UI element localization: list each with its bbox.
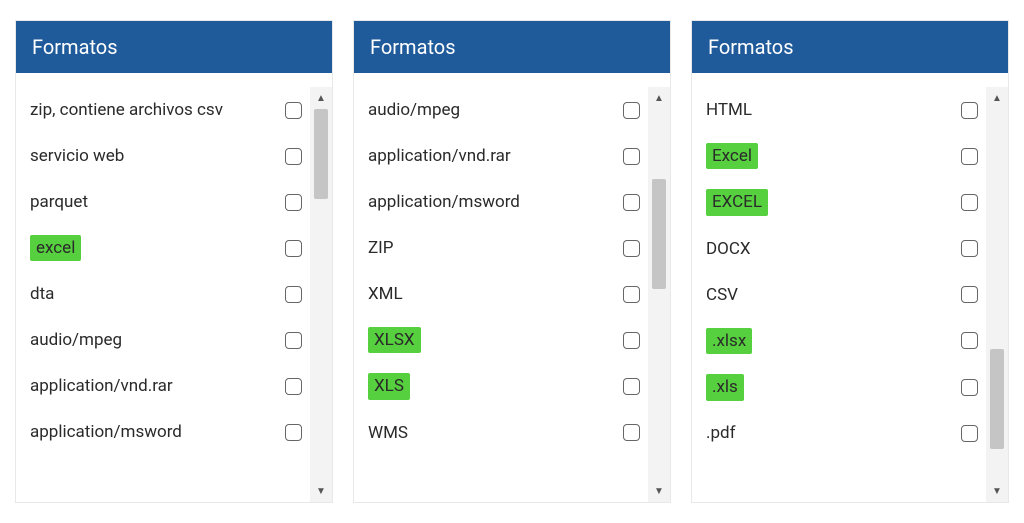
format-row: ZIP (368, 225, 640, 271)
format-row: .pdf (706, 411, 978, 457)
format-row: application/vnd.rar (30, 363, 302, 409)
format-checkbox[interactable] (961, 425, 978, 442)
format-label: DOCX (706, 239, 751, 259)
format-label-highlighted: .xls (706, 374, 744, 400)
scroll-thumb[interactable] (314, 109, 328, 199)
format-checkbox[interactable] (623, 240, 640, 257)
format-label-highlighted: XLSX (368, 327, 421, 353)
format-label: XML (368, 284, 403, 304)
formats-panel-3: Formatos HTML Excel EXCEL DOCX CSV .xlsx… (691, 20, 1009, 503)
formats-panel-2: Formatos audio/mpeg application/vnd.rar … (353, 20, 671, 503)
format-label-highlighted: Excel (706, 143, 758, 169)
format-label: application/vnd.rar (368, 146, 511, 166)
format-label: ZIP (368, 238, 394, 258)
scrollbar[interactable]: ▲ ▼ (648, 87, 670, 502)
format-label-highlighted: EXCEL (706, 189, 768, 215)
scroll-thumb[interactable] (990, 349, 1004, 449)
format-row: XML (368, 271, 640, 317)
format-label: parquet (30, 192, 88, 212)
format-checkbox[interactable] (623, 286, 640, 303)
format-row: XLSX (368, 317, 640, 363)
format-row: application/msword (30, 409, 302, 455)
format-row: WMS (368, 410, 640, 456)
format-label: servicio web (30, 146, 124, 166)
format-checkbox[interactable] (285, 194, 302, 211)
format-label-highlighted: .xlsx (706, 328, 752, 354)
format-checkbox[interactable] (285, 332, 302, 349)
format-checkbox[interactable] (961, 379, 978, 396)
format-checkbox[interactable] (961, 240, 978, 257)
format-label: audio/mpeg (30, 330, 122, 350)
format-label: audio/mpeg (368, 100, 460, 120)
format-row: application/vnd.rar (368, 133, 640, 179)
format-label: application/msword (368, 192, 520, 212)
format-list: audio/mpeg application/vnd.rar applicati… (354, 87, 648, 502)
scroll-up-icon[interactable]: ▲ (986, 87, 1008, 109)
scroll-down-icon[interactable]: ▼ (986, 480, 1008, 502)
panel-body: audio/mpeg application/vnd.rar applicati… (354, 73, 670, 502)
scroll-track[interactable] (986, 109, 1008, 480)
format-label: zip, contiene archivos csv (30, 100, 223, 120)
scroll-track[interactable] (310, 109, 332, 480)
panel-body: HTML Excel EXCEL DOCX CSV .xlsx .xls .pd… (692, 73, 1008, 502)
format-checkbox[interactable] (961, 194, 978, 211)
format-checkbox[interactable] (623, 378, 640, 395)
format-row: EXCEL (706, 179, 978, 225)
format-row: servicio web (30, 133, 302, 179)
format-checkbox[interactable] (961, 148, 978, 165)
scrollbar[interactable]: ▲ ▼ (986, 87, 1008, 502)
scroll-up-icon[interactable]: ▲ (310, 87, 332, 109)
format-list: HTML Excel EXCEL DOCX CSV .xlsx .xls .pd… (692, 87, 986, 502)
format-label: dta (30, 284, 54, 304)
format-row: .xlsx (706, 318, 978, 364)
format-checkbox[interactable] (623, 194, 640, 211)
format-checkbox[interactable] (285, 424, 302, 441)
format-checkbox[interactable] (623, 148, 640, 165)
format-checkbox[interactable] (623, 102, 640, 119)
format-checkbox[interactable] (285, 240, 302, 257)
format-row: audio/mpeg (368, 87, 640, 133)
format-row: Excel (706, 133, 978, 179)
format-row: CSV (706, 272, 978, 318)
panel-body: zip, contiene archivos csv servicio web … (16, 73, 332, 502)
format-row: HTML (706, 87, 978, 133)
format-checkbox[interactable] (961, 102, 978, 119)
format-row: zip, contiene archivos csv (30, 87, 302, 133)
scroll-track[interactable] (648, 109, 670, 480)
scroll-down-icon[interactable]: ▼ (648, 480, 670, 502)
panel-header: Formatos (692, 21, 1008, 73)
format-row: XLS (368, 363, 640, 409)
format-checkbox[interactable] (961, 286, 978, 303)
format-checkbox[interactable] (285, 148, 302, 165)
format-label: application/msword (30, 422, 182, 442)
format-label-highlighted: XLS (368, 373, 410, 399)
scroll-thumb[interactable] (652, 179, 666, 289)
format-checkbox[interactable] (623, 332, 640, 349)
format-label: CSV (706, 285, 738, 305)
format-label: HTML (706, 100, 752, 120)
format-list: zip, contiene archivos csv servicio web … (16, 87, 310, 502)
format-row: dta (30, 271, 302, 317)
format-row: parquet (30, 179, 302, 225)
formats-panel-1: Formatos zip, contiene archivos csv serv… (15, 20, 333, 503)
format-row: application/msword (368, 179, 640, 225)
format-label-highlighted: excel (30, 235, 81, 261)
scroll-up-icon[interactable]: ▲ (648, 87, 670, 109)
format-checkbox[interactable] (961, 332, 978, 349)
format-row: audio/mpeg (30, 317, 302, 363)
panel-header: Formatos (354, 21, 670, 73)
format-checkbox[interactable] (623, 424, 640, 441)
format-checkbox[interactable] (285, 378, 302, 395)
format-label: WMS (368, 423, 408, 443)
panel-header: Formatos (16, 21, 332, 73)
format-label: .pdf (706, 423, 736, 443)
format-row: .xls (706, 364, 978, 410)
format-row: excel (30, 225, 302, 271)
format-checkbox[interactable] (285, 102, 302, 119)
format-checkbox[interactable] (285, 286, 302, 303)
format-row: DOCX (706, 226, 978, 272)
format-label: application/vnd.rar (30, 376, 173, 396)
scrollbar[interactable]: ▲ ▼ (310, 87, 332, 502)
scroll-down-icon[interactable]: ▼ (310, 480, 332, 502)
